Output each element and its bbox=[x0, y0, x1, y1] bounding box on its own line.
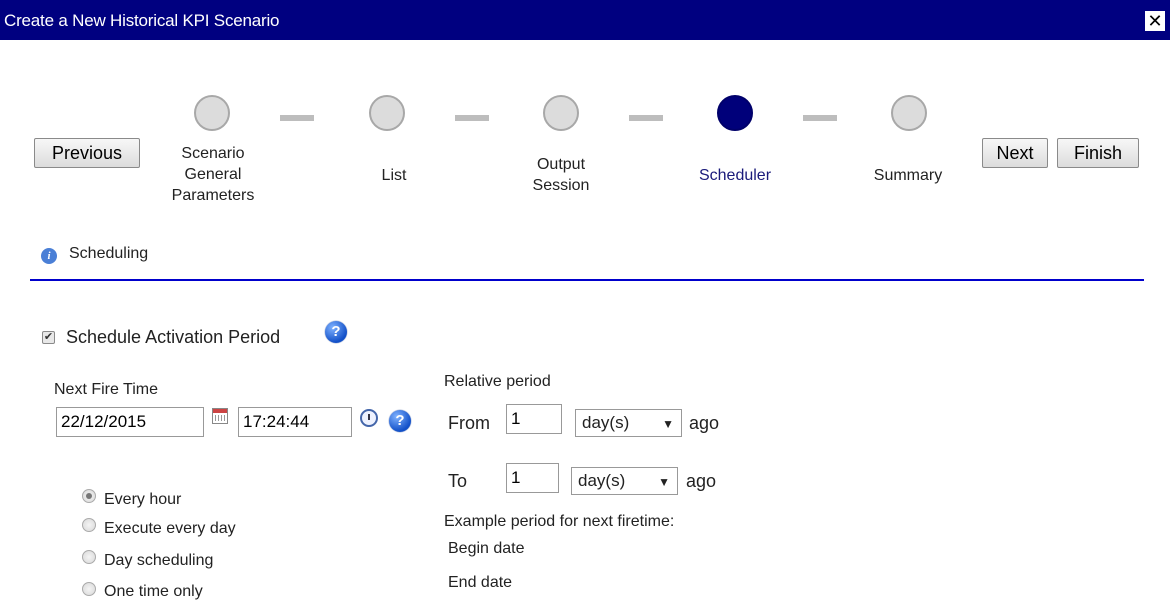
help-icon[interactable]: ? bbox=[325, 321, 347, 343]
finish-button[interactable]: Finish bbox=[1057, 138, 1139, 168]
step-label-scenario-general-parameters[interactable]: Scenario General Parameters bbox=[148, 143, 278, 206]
step-label-line: Summary bbox=[873, 167, 943, 184]
step-connector bbox=[803, 115, 837, 121]
schedule-activation-checkbox[interactable]: ✔ bbox=[42, 331, 55, 344]
time-input[interactable]: 17:24:44 bbox=[238, 407, 352, 437]
to-unit-value: day(s) bbox=[578, 471, 626, 490]
date-input[interactable]: 22/12/2015 bbox=[56, 407, 204, 437]
radio-label-execute-every-day: Execute every day bbox=[104, 520, 236, 537]
step-label-summary[interactable]: Summary bbox=[843, 165, 973, 186]
step-label-line: Session bbox=[532, 177, 590, 194]
from-label: From bbox=[448, 413, 490, 433]
step-connector bbox=[280, 115, 314, 121]
to-label: To bbox=[448, 471, 468, 491]
step-1-indicator[interactable] bbox=[194, 95, 230, 131]
radio-label-every-hour: Every hour bbox=[104, 491, 182, 508]
from-unit-select[interactable]: day(s) ▼ bbox=[575, 409, 682, 437]
schedule-activation-label: Schedule Activation Period bbox=[66, 327, 281, 347]
step-label-line: Output bbox=[536, 156, 586, 173]
close-icon[interactable]: ✕ bbox=[1145, 11, 1165, 31]
radio-label-day-scheduling: Day scheduling bbox=[104, 552, 214, 569]
chevron-down-icon: ▼ bbox=[658, 475, 670, 489]
step-label-line: Scheduler bbox=[698, 167, 772, 184]
end-date-label: End date bbox=[448, 574, 513, 591]
radio-every-hour[interactable] bbox=[82, 489, 96, 503]
step-label-line: Parameters bbox=[171, 187, 255, 204]
clock-icon[interactable] bbox=[360, 409, 378, 427]
step-label-line: General bbox=[184, 166, 242, 183]
radio-day-scheduling[interactable] bbox=[82, 550, 96, 564]
radio-one-time-only[interactable] bbox=[82, 582, 96, 596]
step-connector bbox=[629, 115, 663, 121]
help-icon[interactable]: ? bbox=[389, 410, 411, 432]
section-title: Scheduling bbox=[69, 245, 149, 262]
step-3-indicator[interactable] bbox=[543, 95, 579, 131]
step-label-output-session[interactable]: Output Session bbox=[496, 154, 626, 196]
step-connector bbox=[455, 115, 489, 121]
next-button[interactable]: Next bbox=[982, 138, 1048, 168]
step-2-indicator[interactable] bbox=[369, 95, 405, 131]
to-unit-select[interactable]: day(s) ▼ bbox=[571, 467, 678, 495]
chevron-down-icon: ▼ bbox=[662, 417, 674, 431]
example-period-label: Example period for next firetime: bbox=[444, 513, 675, 530]
step-label-line: List bbox=[381, 167, 407, 184]
step-label-line: Scenario bbox=[181, 145, 245, 162]
step-label-scheduler[interactable]: Scheduler bbox=[670, 165, 800, 186]
calendar-icon[interactable] bbox=[212, 408, 228, 424]
section-divider bbox=[30, 279, 1144, 281]
to-ago-label: ago bbox=[686, 471, 717, 491]
from-value-input[interactable]: 1 bbox=[506, 404, 562, 434]
to-value-input[interactable]: 1 bbox=[506, 463, 559, 493]
relative-period-title: Relative period bbox=[444, 373, 551, 390]
radio-execute-every-day[interactable] bbox=[82, 518, 96, 532]
dialog-titlebar: Create a New Historical KPI Scenario ✕ bbox=[0, 0, 1170, 40]
previous-button[interactable]: Previous bbox=[34, 138, 140, 168]
step-label-list[interactable]: List bbox=[329, 165, 459, 186]
info-icon: i bbox=[41, 248, 57, 264]
begin-date-label: Begin date bbox=[448, 540, 525, 557]
radio-label-one-time-only: One time only bbox=[104, 583, 203, 600]
from-unit-value: day(s) bbox=[582, 413, 630, 432]
dialog-title: Create a New Historical KPI Scenario bbox=[4, 11, 280, 30]
next-fire-time-label: Next Fire Time bbox=[54, 381, 159, 398]
step-5-indicator[interactable] bbox=[891, 95, 927, 131]
from-ago-label: ago bbox=[689, 413, 720, 433]
step-4-indicator-active[interactable] bbox=[717, 95, 753, 131]
